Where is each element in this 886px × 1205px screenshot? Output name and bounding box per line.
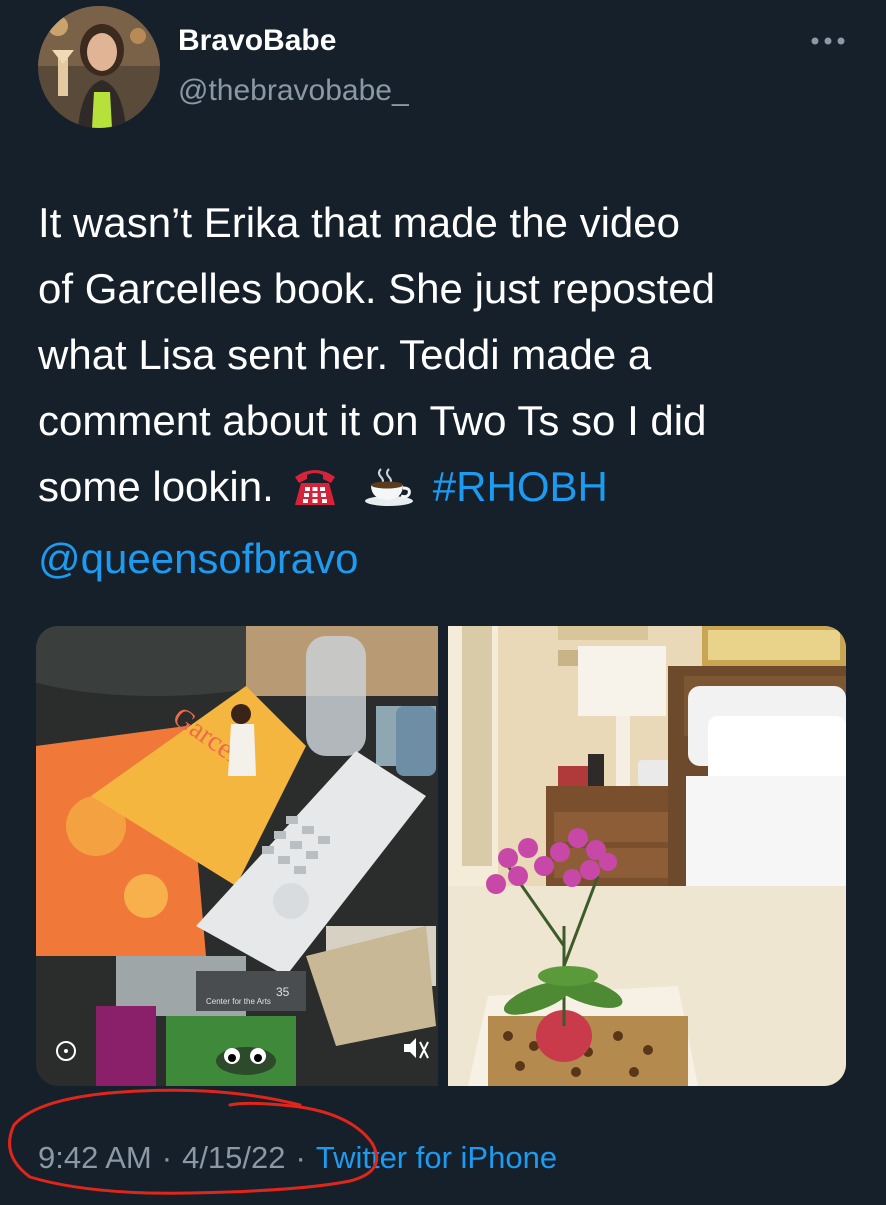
tweet-text: It wasn’t Erika that made the video of G…: [38, 190, 858, 592]
coffee-icon: [363, 460, 415, 526]
telephone-icon: [291, 460, 339, 526]
photo-label-text: Center for the Arts: [206, 997, 271, 1006]
author-name[interactable]: BravoBabe: [178, 24, 336, 58]
tweet-meta: 9:42 AM · 4/15/22 · Twitter for iPhone: [38, 1140, 557, 1176]
bedroom-photo-icon: [448, 626, 846, 1086]
separator-dot: ·: [161, 1140, 173, 1175]
author-handle[interactable]: @thebravobabe_: [178, 74, 409, 108]
tweet-source[interactable]: Twitter for iPhone: [316, 1140, 557, 1175]
tweet-time[interactable]: 9:42 AM: [38, 1140, 152, 1175]
trash-photo-icon: Garcelle Center for the Arts 35: [36, 626, 438, 1086]
media-grid: Garcelle Center for the Arts 35: [36, 626, 846, 1086]
hashtag-link[interactable]: #RHOBH: [433, 463, 608, 510]
tweet-line: of Garcelles book. She just reposted: [38, 265, 716, 312]
bedroom-photo[interactable]: [448, 626, 846, 1086]
trash-bin-photo[interactable]: Garcelle Center for the Arts 35: [36, 626, 438, 1086]
mention-link[interactable]: @queensofbravo: [38, 535, 359, 582]
more-options-icon: [811, 37, 845, 45]
profile-photo-icon: [38, 6, 160, 128]
avatar[interactable]: [38, 6, 160, 128]
tweet-line: It wasn’t Erika that made the video: [38, 199, 680, 246]
separator-dot: ·: [295, 1140, 306, 1175]
tweet-line: comment about it on Two Ts so I did: [38, 397, 707, 444]
photo-label-number: 35: [276, 985, 290, 999]
tweet-line: some lookin.: [38, 463, 274, 510]
tweet-line: what Lisa sent her. Teddi made a: [38, 331, 652, 378]
ellipsis-icon[interactable]: [806, 26, 850, 56]
tweet-date[interactable]: 4/15/22: [182, 1140, 285, 1175]
